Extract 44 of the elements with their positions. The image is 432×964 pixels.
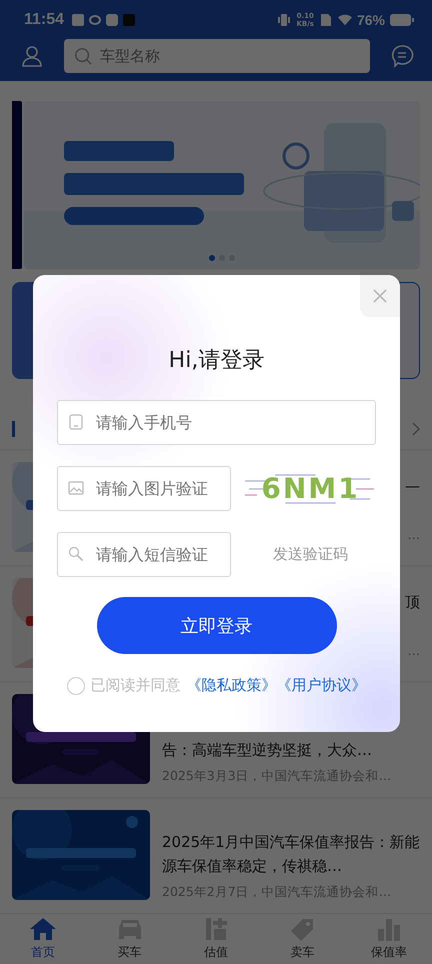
clock: 11:54 (24, 10, 64, 29)
tab[interactable]: 买车 (86, 914, 173, 964)
battery-level: 76% (356, 12, 385, 28)
dialog-title: Hi,请登录 (168, 347, 264, 375)
message-icon[interactable] (390, 44, 414, 68)
bar-chart-icon (376, 917, 402, 942)
phone-icon (68, 414, 84, 430)
login-button[interactable]: 立即登录 (96, 597, 336, 654)
tab[interactable]: 保值率 (346, 914, 432, 964)
chevron-right-icon[interactable] (412, 422, 420, 436)
captcha-image[interactable]: 6NM1 (245, 468, 376, 508)
app-notification-icon (72, 14, 84, 26)
battery-icon (390, 14, 414, 26)
search-icon (68, 546, 84, 562)
app-notification-icon (123, 14, 136, 26)
vibrate-icon (277, 12, 292, 27)
tab[interactable]: 首页 (0, 914, 86, 964)
send-code-button[interactable]: 发送验证码 (245, 545, 376, 564)
article-title: 2025年1月中国汽车保值率报告：新能源车保值率稳定，传祺稳… (162, 832, 420, 878)
app-notification-icon (89, 14, 102, 26)
house-icon (30, 917, 56, 942)
search-field[interactable]: 车型名称 (64, 39, 370, 74)
tab[interactable]: 估值 (172, 914, 260, 964)
close-icon (373, 289, 387, 303)
input-field[interactable]: 请输入手机号 (57, 400, 376, 445)
person-icon[interactable] (20, 44, 44, 68)
article-summary: … (408, 642, 420, 658)
section-marker (12, 421, 15, 438)
input-field[interactable]: 请输入短信验证 (57, 532, 231, 577)
car-icon (116, 917, 143, 942)
wifi-icon (338, 12, 352, 27)
article-title: 顶 (405, 592, 420, 613)
sim-icon (318, 12, 333, 27)
article-summary: … (408, 526, 420, 542)
agreement-checkbox[interactable] (66, 676, 84, 694)
tab[interactable]: 卖车 (259, 914, 346, 964)
close-button[interactable] (360, 275, 400, 317)
sale-tag-icon (289, 917, 316, 942)
calculator-icon (203, 917, 230, 942)
article-title: — (405, 476, 420, 497)
app-notification-icon (106, 14, 118, 26)
input-field[interactable]: 请输入图片验证 (57, 466, 231, 511)
article-title: 告：高端车型逆势坚挺，大众… (162, 740, 373, 762)
image-icon (68, 480, 84, 496)
